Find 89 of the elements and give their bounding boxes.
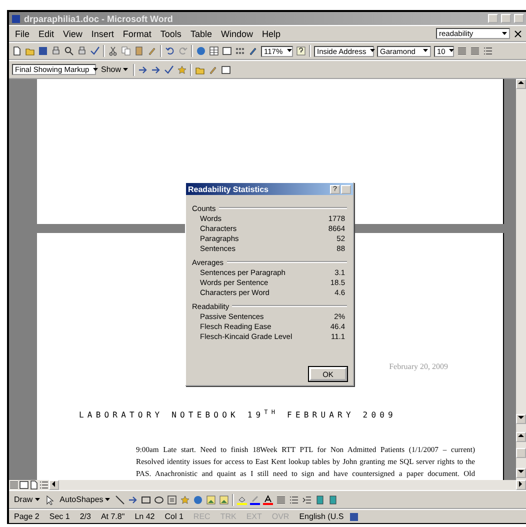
grid-icon[interactable] [235,46,245,56]
caret-icon [286,49,292,53]
menu-item[interactable]: Table [187,28,215,38]
arrow-icon[interactable] [138,64,148,74]
menu-item[interactable]: Help [258,28,284,38]
status-item: Page 2 [13,512,40,521]
indent-icon[interactable] [302,494,312,504]
show-menu-button[interactable]: Show [99,65,130,74]
window-icon[interactable] [19,480,29,490]
scroll-left-button[interactable] [49,480,59,490]
status-item: Sec 1 [48,512,71,521]
caret-icon [502,32,507,36]
star-icon[interactable] [177,64,188,74]
fill-color-icon[interactable] [237,494,248,504]
ellipse-icon[interactable] [154,494,164,504]
scroll-up-button[interactable] [516,79,526,89]
folder-icon[interactable] [195,64,206,74]
image-icon[interactable] [219,494,230,504]
arrow-down-icon [518,415,524,421]
check-icon[interactable] [90,46,100,56]
font-color-icon[interactable] [263,494,274,504]
scroll-right-button[interactable] [516,480,526,490]
align-icon[interactable] [276,494,286,504]
magnifier-icon[interactable] [64,46,74,56]
printer-icon[interactable] [77,46,87,56]
list-icon[interactable] [289,494,300,504]
list-icon[interactable] [483,46,493,56]
box-icon[interactable] [328,494,338,504]
caret-icon [34,498,40,502]
check-icon[interactable] [164,64,174,74]
box-icon[interactable] [315,494,326,504]
table-icon[interactable] [209,46,219,56]
status-item: Col 1 [164,512,184,521]
cursor-icon[interactable] [44,494,55,504]
draw-menu-button[interactable]: Draw [12,495,42,504]
arrow-down-icon [518,469,524,475]
printer-icon[interactable] [51,46,61,56]
scissors-icon[interactable] [108,46,118,56]
document-icon [11,14,21,24]
window-icon[interactable] [222,46,232,56]
image-icon[interactable] [206,494,216,504]
menu-item[interactable]: Tools [157,28,184,38]
menu-item[interactable]: Edit [36,28,58,38]
textbox-icon[interactable] [167,494,178,504]
autoshapes-menu-button[interactable]: AutoShapes [58,495,112,504]
close-icon[interactable] [513,28,523,38]
horizontal-scrollbar[interactable] [9,480,526,490]
align-icon[interactable] [9,480,19,490]
next-page-button[interactable] [516,468,526,478]
undo-icon[interactable] [165,46,175,56]
menu-item[interactable]: View [60,28,86,38]
status-item: 2/3 [78,512,92,521]
copy-icon[interactable] [121,46,131,56]
date-text: February 20, 2009 [389,362,448,372]
align-icon[interactable] [457,46,467,56]
star-icon[interactable] [180,494,190,504]
menu-item[interactable]: File [12,28,33,38]
arrow-up-icon [518,80,524,86]
caret-icon [370,49,376,53]
caret-icon [423,49,428,53]
menu-item[interactable]: Format [120,28,154,38]
arrow-icon[interactable] [128,494,138,504]
previous-page-button[interactable] [516,432,526,442]
caret-icon [93,68,98,72]
menu-item[interactable]: Window [218,28,256,38]
help-icon[interactable] [296,46,306,56]
menu-item[interactable]: Insert [88,28,117,38]
list-icon[interactable] [39,480,49,490]
pen-icon[interactable] [248,46,258,56]
arrow-icon[interactable] [151,64,162,74]
caret-icon [449,49,454,53]
status-item: At 7.8" [100,512,126,521]
page-icon[interactable] [12,46,22,56]
vertical-scrollbar[interactable] [516,79,526,480]
caret-icon [123,68,128,72]
rectangle-icon[interactable] [141,494,152,504]
line-color-icon[interactable] [250,494,260,504]
window-icon[interactable] [221,64,232,74]
notebook-heading: LABORATORY NOTEBOOK 19$^{TH}$ FEBRUARY 2009 [79,409,396,420]
caret-icon [105,498,110,502]
window-title: drparaphilia1.doc - Microsoft Word [24,14,174,24]
align-icon[interactable] [470,46,480,56]
status-item: Ln 42 [134,512,156,521]
line-icon[interactable] [115,494,126,504]
scroll-down-button[interactable] [516,414,526,424]
arrow-right-icon [518,481,524,487]
dialog-title: Readability Statistics [188,184,270,194]
arrow-up-icon [518,433,524,439]
status-item: English (U.S [298,512,345,521]
